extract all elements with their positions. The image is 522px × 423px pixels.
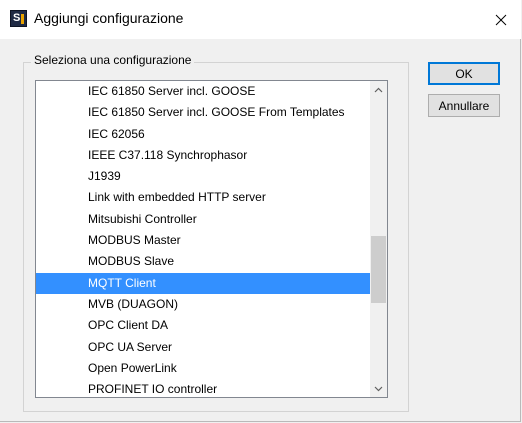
close-button[interactable]	[481, 0, 521, 39]
groupbox-label: Seleziona una configurazione	[31, 53, 195, 67]
scroll-down-button[interactable]	[370, 380, 387, 397]
chevron-down-icon	[374, 386, 383, 391]
vertical-scrollbar[interactable]	[370, 81, 387, 397]
scroll-up-button[interactable]	[370, 81, 387, 98]
list-item[interactable]: OPC Client DA	[36, 315, 370, 336]
ok-button[interactable]: OK	[428, 62, 500, 85]
list-item[interactable]: OPC UA Server	[36, 337, 370, 358]
configuration-listbox[interactable]: IEC 61850 Server incl. GOOSE IEC 61850 Se…	[35, 80, 388, 398]
list-item[interactable]: MODBUS Slave	[36, 251, 370, 272]
dialog-window: S Aggiungi configurazione Seleziona una …	[0, 0, 521, 422]
list-item[interactable]: MQTT Client	[36, 272, 370, 294]
list-item[interactable]: PROFINET IO controller	[36, 379, 370, 397]
list-item[interactable]: IEC 62056	[36, 124, 370, 145]
cancel-button[interactable]: Annullare	[428, 94, 500, 117]
list-items: IEC 61850 Server incl. GOOSE IEC 61850 Se…	[36, 81, 370, 397]
title-bar: S Aggiungi configurazione	[0, 0, 521, 39]
chevron-up-icon	[374, 87, 383, 92]
list-item[interactable]: Link with embedded HTTP server	[36, 187, 370, 208]
list-item[interactable]: J1939	[36, 166, 370, 187]
list-item[interactable]: MODBUS Master	[36, 230, 370, 251]
list-item[interactable]: IEC 61850 Server incl. GOOSE From Templa…	[36, 102, 370, 123]
list-item[interactable]: IEEE C37.118 Synchrophasor	[36, 145, 370, 166]
list-item[interactable]: IEC 61850 Server incl. GOOSE	[36, 81, 370, 102]
list-item[interactable]: Open PowerLink	[36, 358, 370, 379]
list-item[interactable]: Mitsubishi Controller	[36, 209, 370, 230]
app-icon: S	[10, 10, 27, 27]
dialog-title: Aggiungi configurazione	[34, 10, 184, 26]
app-icon-letter: S	[13, 12, 21, 24]
close-icon	[495, 14, 507, 25]
scroll-thumb[interactable]	[371, 236, 386, 303]
list-item[interactable]: MVB (DUAGON)	[36, 294, 370, 315]
